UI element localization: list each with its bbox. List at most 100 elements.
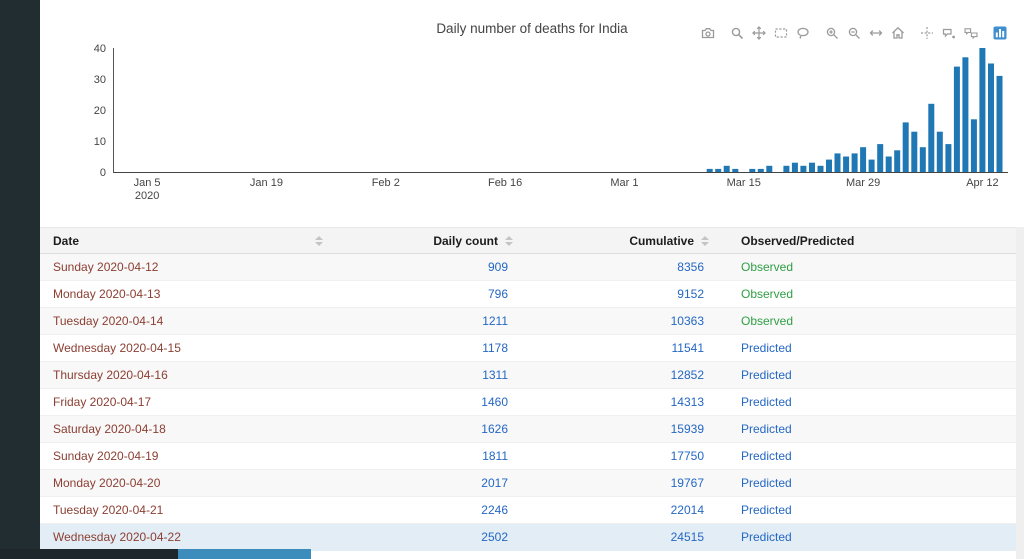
chart-bar [843, 157, 849, 173]
x-tick-label: Mar 1 [610, 177, 638, 189]
table-row[interactable]: Friday 2020-04-17146014313Predicted [40, 389, 1016, 416]
chart-bar [783, 166, 789, 172]
sort-icon [505, 236, 513, 246]
chart-bar [971, 119, 977, 172]
chart-bar [954, 67, 960, 172]
chart-bar [988, 64, 994, 173]
collapsed-sidebar [0, 0, 40, 559]
chart-bar [800, 166, 806, 172]
chart-bar [903, 122, 909, 172]
sort-icon [315, 236, 323, 246]
chart-bar [835, 153, 841, 172]
y-tick-label: 20 [94, 105, 106, 117]
zoom-icon[interactable] [728, 24, 745, 41]
cell-daily-count: 1211 [330, 308, 520, 335]
chart-bar [886, 157, 892, 173]
y-tick-label: 40 [94, 43, 106, 55]
cell-date: Friday 2020-04-17 [40, 389, 330, 416]
hover-closest-icon[interactable] [940, 24, 957, 41]
cell-date: Sunday 2020-04-19 [40, 443, 330, 470]
table-row[interactable]: Wednesday 2020-04-22250224515Predicted [40, 524, 1016, 551]
cell-status: Predicted [716, 524, 1016, 551]
cell-daily-count: 1460 [330, 389, 520, 416]
pan-icon[interactable] [750, 24, 767, 41]
home-icon[interactable] [889, 24, 906, 41]
cell-cumulative: 19767 [520, 470, 716, 497]
table-header-row: Date Daily count Cumulative Observed/Pre… [40, 228, 1016, 254]
table-row[interactable]: Monday 2020-04-20201719767Predicted [40, 470, 1016, 497]
header-observed-predicted[interactable]: Observed/Predicted [716, 228, 1016, 254]
cell-cumulative: 9152 [520, 281, 716, 308]
table-row[interactable]: Tuesday 2020-04-21224622014Predicted [40, 497, 1016, 524]
table-row[interactable]: Monday 2020-04-137969152Observed [40, 281, 1016, 308]
cell-status: Predicted [716, 389, 1016, 416]
chart-bar [749, 169, 755, 172]
cell-status: Observed [716, 281, 1016, 308]
chart-bar [962, 57, 968, 172]
x-tick-label: Jan 5 [134, 177, 161, 189]
x-tick-year-label: 2020 [135, 190, 159, 202]
cell-daily-count: 2017 [330, 470, 520, 497]
lasso-icon[interactable] [794, 24, 811, 41]
cell-status: Predicted [716, 335, 1016, 362]
cell-date: Wednesday 2020-04-22 [40, 524, 330, 551]
table-row[interactable]: Wednesday 2020-04-15117811541Predicted [40, 335, 1016, 362]
cell-daily-count: 909 [330, 254, 520, 281]
box-select-icon[interactable] [772, 24, 789, 41]
header-cumulative-label: Cumulative [629, 234, 694, 248]
hover-compare-icon[interactable] [962, 24, 979, 41]
cell-daily-count: 2246 [330, 497, 520, 524]
cell-status: Predicted [716, 497, 1016, 524]
chart-bar [869, 160, 875, 172]
cell-date: Tuesday 2020-04-21 [40, 497, 330, 524]
chart-bar [997, 76, 1003, 172]
cell-daily-count: 1626 [330, 416, 520, 443]
cell-cumulative: 11541 [520, 335, 716, 362]
chart-bar [724, 166, 730, 172]
plotly-modebar [694, 24, 1008, 41]
table-row[interactable]: Tuesday 2020-04-14121110363Observed [40, 308, 1016, 335]
chart-card: 010203040Jan 52020Jan 19Feb 2Feb 16Mar 1… [40, 0, 1024, 212]
header-daily-count[interactable]: Daily count [330, 228, 520, 254]
chart-bar [732, 169, 738, 172]
chart-bar [928, 104, 934, 172]
partial-blue-element[interactable] [178, 549, 311, 559]
header-daily-count-label: Daily count [433, 234, 498, 248]
zoom-in-icon[interactable] [823, 24, 840, 41]
table-row[interactable]: Thursday 2020-04-16131112852Predicted [40, 362, 1016, 389]
chart-bar [920, 147, 926, 172]
chart-bar [715, 169, 721, 172]
x-tick-label: Mar 15 [727, 177, 761, 189]
chart-bar [877, 144, 883, 172]
scrollbar[interactable] [1016, 227, 1024, 559]
spikelines-icon[interactable] [918, 24, 935, 41]
header-cumulative[interactable]: Cumulative [520, 228, 716, 254]
cell-date: Sunday 2020-04-12 [40, 254, 330, 281]
x-tick-label: Feb 2 [372, 177, 400, 189]
chart-bar [945, 144, 951, 172]
x-tick-label: Feb 16 [488, 177, 522, 189]
header-date[interactable]: Date [40, 228, 330, 254]
sort-icon [701, 236, 709, 246]
table-row[interactable]: Saturday 2020-04-18162615939Predicted [40, 416, 1016, 443]
bottom-dark-panel [0, 549, 178, 559]
chart-bar [894, 150, 900, 172]
table-row[interactable]: Sunday 2020-04-129098356Observed [40, 254, 1016, 281]
cell-daily-count: 1178 [330, 335, 520, 362]
x-tick-label: Apr 12 [966, 177, 998, 189]
table-row[interactable]: Sunday 2020-04-19181117750Predicted [40, 443, 1016, 470]
cell-status: Observed [716, 254, 1016, 281]
chart-bar [818, 166, 824, 172]
cell-cumulative: 15939 [520, 416, 716, 443]
plotly-logo-icon[interactable] [991, 24, 1008, 41]
chart-bar [809, 163, 815, 172]
zoom-out-icon[interactable] [845, 24, 862, 41]
cell-cumulative: 17750 [520, 443, 716, 470]
y-tick-label: 30 [94, 74, 106, 86]
cell-cumulative: 10363 [520, 308, 716, 335]
x-tick-label: Mar 29 [846, 177, 880, 189]
autoscale-icon[interactable] [867, 24, 884, 41]
camera-icon[interactable] [699, 24, 716, 41]
cell-daily-count: 1811 [330, 443, 520, 470]
cell-date: Saturday 2020-04-18 [40, 416, 330, 443]
